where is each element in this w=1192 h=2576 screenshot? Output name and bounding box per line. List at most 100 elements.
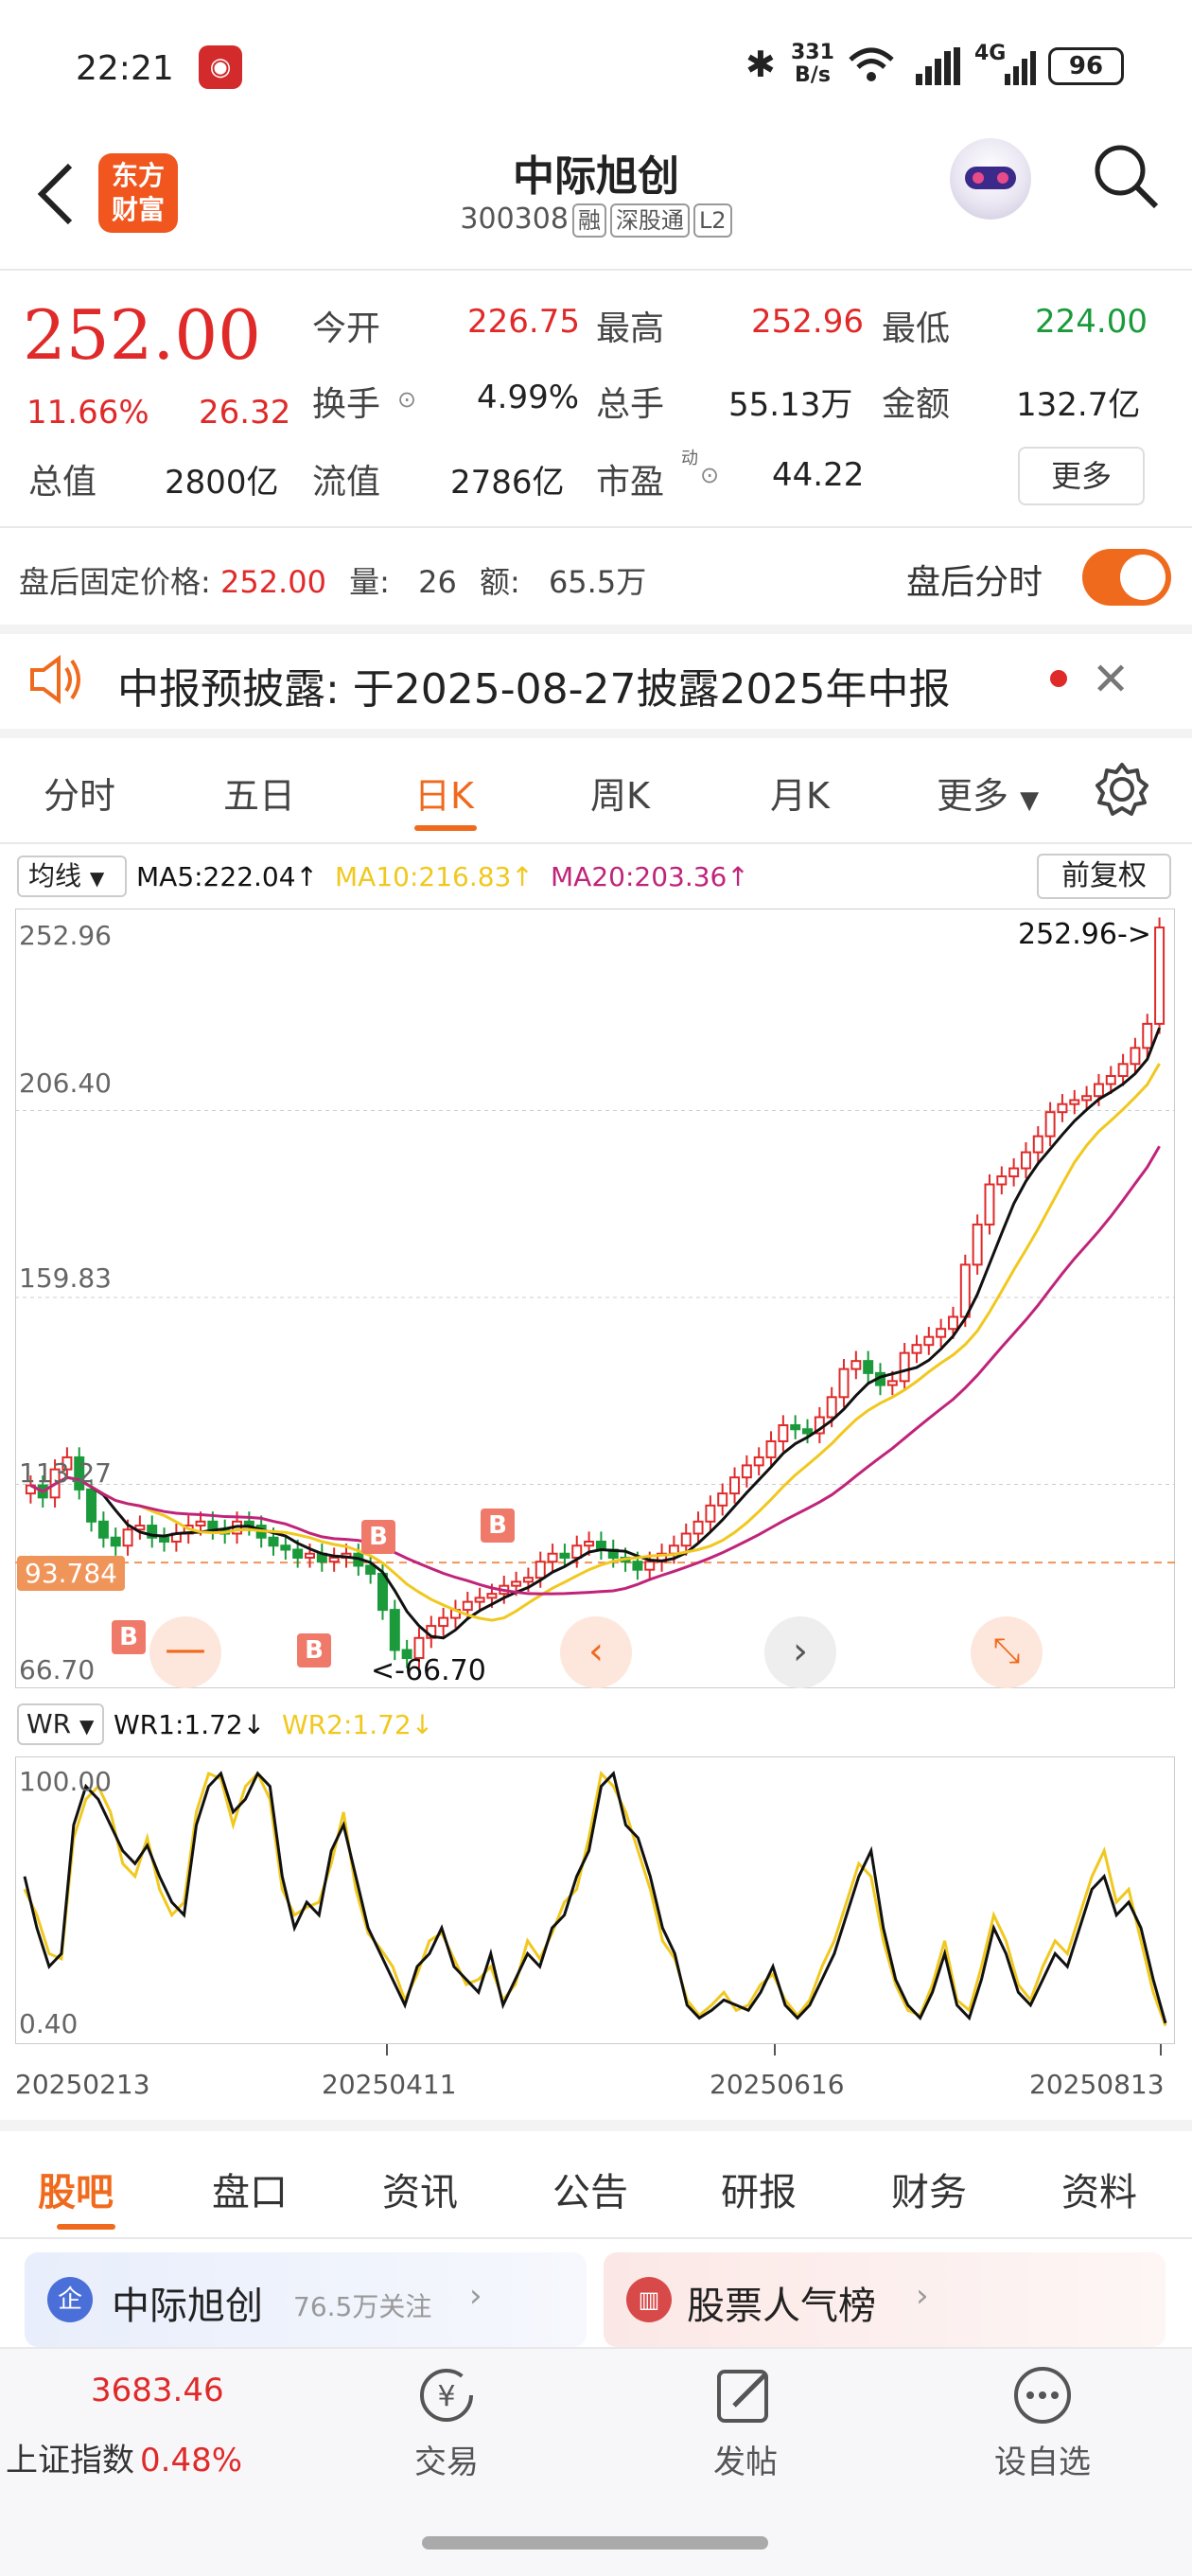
index-name[interactable]: 上证指数 0.48% xyxy=(6,2434,242,2480)
after-hours-label: 盘后固定价格: xyxy=(19,564,211,600)
tab-intraday[interactable]: 分时 xyxy=(44,767,115,819)
notice-text[interactable]: 中报预披露: 于2025-08-27披露2025年中报 xyxy=(117,655,951,715)
wr2-label: WR2:1.72↓ xyxy=(282,1709,434,1740)
scroll-right-button[interactable]: › xyxy=(764,1616,836,1688)
value-open: 226.75 xyxy=(467,303,580,341)
candle-body xyxy=(705,1504,716,1523)
wr-chart[interactable] xyxy=(15,1756,1175,2044)
kline-chart[interactable] xyxy=(15,909,1175,1688)
candle-body xyxy=(632,1561,643,1571)
collapse-icon[interactable]: ⤡ xyxy=(971,1616,1043,1688)
zoom-out-button[interactable]: — xyxy=(149,1616,221,1688)
adjust-button[interactable]: 前复权 xyxy=(1037,854,1171,899)
card-title: 股票人气榜 xyxy=(687,2285,876,2328)
post-button[interactable]: 发帖 xyxy=(689,2436,802,2482)
robot-avatar-icon[interactable] xyxy=(950,138,1031,220)
more-button[interactable]: 更多 xyxy=(1018,447,1145,505)
search-icon[interactable] xyxy=(1092,142,1160,210)
candle-body xyxy=(765,1439,777,1458)
chevron-right-icon: › xyxy=(469,2277,482,2315)
value-pe: 44.22 xyxy=(772,456,865,494)
xtick-mark xyxy=(386,2044,388,2056)
close-icon[interactable]: ✕ xyxy=(1092,653,1130,706)
post-icon[interactable] xyxy=(711,2364,780,2426)
index-value[interactable]: 3683.46 xyxy=(91,2372,224,2409)
candle-body xyxy=(741,1464,752,1479)
dropdown-icon: ▼ xyxy=(1020,786,1040,815)
candle-body xyxy=(1032,1135,1043,1154)
tab-5day[interactable]: 五日 xyxy=(223,767,295,819)
card-title: 中际旭创 xyxy=(112,2285,263,2328)
label-amount: 金额 xyxy=(882,385,951,424)
stock-forum-card[interactable]: 企 中际旭创 76.5万关注 › xyxy=(25,2252,587,2347)
subtab-forum[interactable]: 股吧 xyxy=(38,2161,114,2216)
candle-body xyxy=(97,1520,109,1539)
candle-body xyxy=(692,1520,704,1535)
current-price-tag: 93.784 xyxy=(17,1556,125,1591)
scroll-left-button[interactable]: ‹ xyxy=(560,1616,632,1688)
settings-icon[interactable] xyxy=(1094,761,1150,818)
after-hours-toggle[interactable] xyxy=(1082,549,1171,606)
ranking-icon: ▥ xyxy=(626,2277,672,2322)
tab-more[interactable]: 更多 ▼ xyxy=(937,767,1039,819)
candle-body xyxy=(86,1488,97,1523)
pe-info-icon[interactable]: ⊙ xyxy=(700,462,719,488)
subtab-news[interactable]: 资讯 xyxy=(382,2161,458,2216)
label-turnover: 换手 xyxy=(312,385,381,424)
candle-body xyxy=(1130,1047,1141,1066)
label-volume: 总手 xyxy=(596,385,665,424)
ma5-label: MA5:222.04↑ xyxy=(136,861,319,892)
candle-body xyxy=(959,1263,971,1318)
network-type: 4G xyxy=(974,42,1007,65)
card-followers: 76.5万关注 xyxy=(293,2291,432,2322)
ma-selector[interactable]: 均线 ▼ xyxy=(17,856,127,897)
battery-level: 96 xyxy=(1068,52,1104,80)
candle-body xyxy=(863,1360,874,1374)
battery-icon: 96 xyxy=(1048,47,1124,85)
candle-body xyxy=(268,1536,279,1547)
more-dots-icon[interactable] xyxy=(1008,2364,1077,2426)
ytick-2: 206.40 xyxy=(19,1067,112,1099)
notice-dot xyxy=(1050,670,1067,687)
chevron-right-icon: › xyxy=(916,2277,929,2315)
buy-marker[interactable]: B xyxy=(361,1520,395,1554)
candle-body xyxy=(1093,1083,1104,1098)
subtab-profile[interactable]: 资料 xyxy=(1061,2161,1137,2216)
candle-body xyxy=(923,1335,935,1347)
value-volume: 55.13万 xyxy=(728,386,853,424)
ytick-1: 252.96 xyxy=(19,920,112,951)
subtab-finance[interactable]: 财务 xyxy=(891,2161,967,2216)
candle-body xyxy=(984,1183,995,1226)
subtab-research[interactable]: 研报 xyxy=(721,2161,797,2216)
tab-weekly-k[interactable]: 周K xyxy=(590,767,650,819)
after-hours-vol-label: 量: xyxy=(349,564,390,600)
xtick-1: 20250213 xyxy=(15,2069,150,2100)
tab-monthly-k[interactable]: 月K xyxy=(770,767,830,819)
candle-body xyxy=(389,1609,400,1651)
buy-marker[interactable]: B xyxy=(481,1509,515,1543)
tab-daily-k[interactable]: 日K xyxy=(414,767,474,819)
add-watchlist-button[interactable]: 设自选 xyxy=(976,2436,1109,2482)
ma10-label: MA10:216.83↑ xyxy=(335,861,534,892)
candle-body xyxy=(159,1536,170,1544)
value-high: 252.96 xyxy=(751,303,864,341)
min-price-label: <-66.70 xyxy=(371,1654,486,1687)
buy-marker[interactable]: B xyxy=(112,1620,146,1654)
candle-body xyxy=(474,1597,485,1603)
candle-body xyxy=(911,1344,922,1354)
buy-marker[interactable]: B xyxy=(297,1633,331,1667)
wr-ytick-top: 100.00 xyxy=(19,1766,112,1797)
trade-button[interactable]: 交易 xyxy=(390,2436,503,2482)
candle-body xyxy=(850,1360,862,1370)
subtab-orderbook[interactable]: 盘口 xyxy=(212,2161,288,2216)
turnover-info-icon[interactable]: ⊙ xyxy=(397,386,416,413)
subtab-announcements[interactable]: 公告 xyxy=(552,2161,628,2216)
wr-selector[interactable]: WR ▼ xyxy=(17,1703,104,1745)
value-turnover: 4.99% xyxy=(477,379,580,416)
candle-body xyxy=(778,1424,789,1442)
candle-body xyxy=(753,1456,764,1467)
trade-icon[interactable]: ¥ xyxy=(412,2364,481,2426)
popularity-card[interactable]: ▥ 股票人气榜 › xyxy=(604,2252,1166,2347)
candle-body xyxy=(1020,1151,1031,1170)
label-high: 最高 xyxy=(596,309,665,348)
